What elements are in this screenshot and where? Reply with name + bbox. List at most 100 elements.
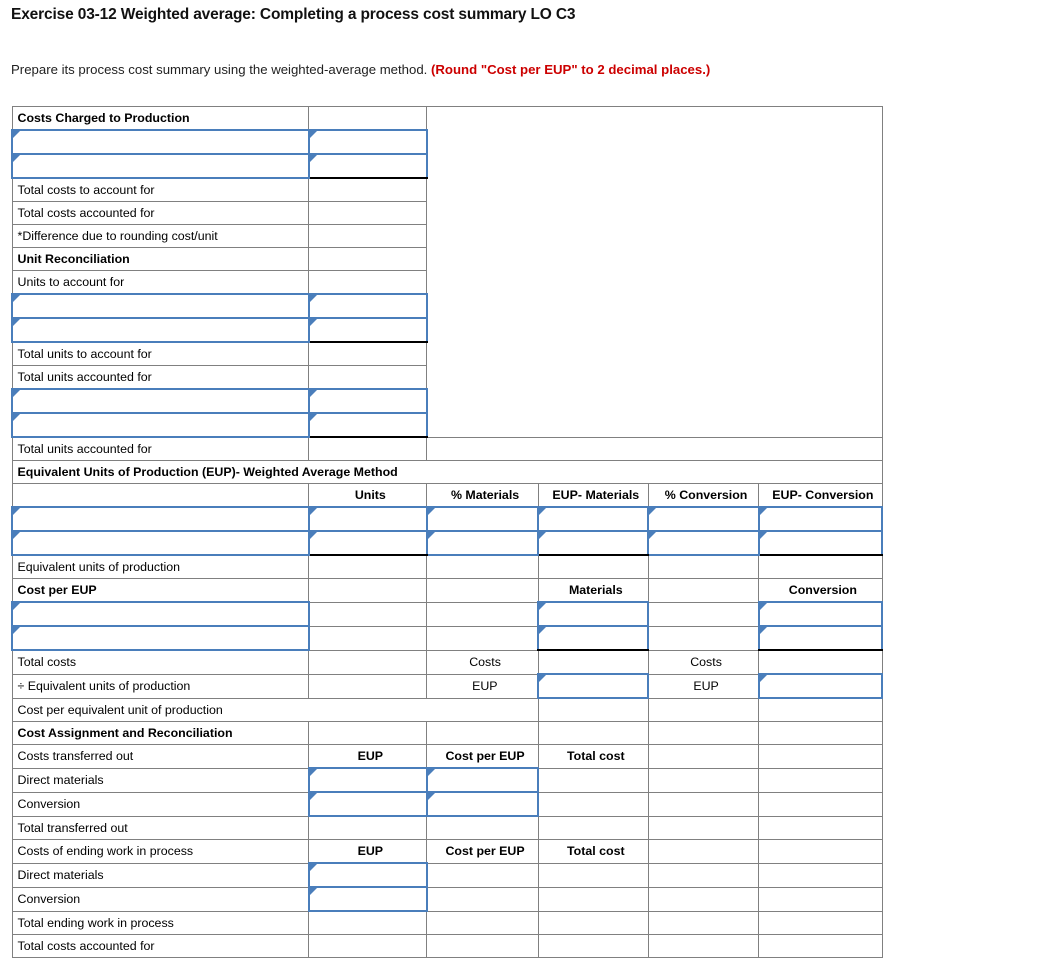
value-units-to-account-for <box>308 270 428 295</box>
div-eup-conversion-input[interactable] <box>757 673 884 699</box>
ending-wip-conversion-blank-2 <box>758 886 883 912</box>
cost-per-eup-conversion-input-2[interactable] <box>757 625 884 651</box>
cost-assignment-blank-5 <box>758 721 883 745</box>
table-row: Equivalent Units of Production (EUP)- We… <box>11 460 883 484</box>
cost-assignment-blank-1 <box>308 721 428 745</box>
transferred-conversion-cost-per-eup-input[interactable] <box>425 791 540 817</box>
eup-units-input-1[interactable] <box>307 506 428 532</box>
transferred-direct-materials-total-cost <box>537 767 649 793</box>
rounding-hint: (Round "Cost per EUP" to 2 decimal place… <box>431 62 711 77</box>
units-accounted-value-input-1[interactable] <box>307 388 428 414</box>
transferred-conversion-total-cost <box>537 791 649 817</box>
eup-units-input-2[interactable] <box>307 530 428 556</box>
cost-per-eup-blank-units <box>308 578 428 603</box>
cost-per-eup-materials-input-2[interactable] <box>537 625 650 651</box>
transferred-out-blank-1 <box>647 744 760 769</box>
eup-pct-materials-input-1[interactable] <box>425 506 540 532</box>
answer-eup-materials[interactable] <box>537 554 649 579</box>
subheader-cost-per-eup-ending-wip: Cost per EUP <box>426 839 539 864</box>
answer-cost-per-eup-conversion[interactable] <box>758 697 883 722</box>
eup-pct-conversion-input-2[interactable] <box>647 530 760 556</box>
eup-pct-materials-input-2[interactable] <box>425 530 540 556</box>
div-eup-materials-input[interactable] <box>537 673 650 699</box>
subheader-cost-per-eup-transferred-out: Cost per EUP <box>426 744 539 769</box>
cost-per-eup-conversion-input-1[interactable] <box>757 601 884 627</box>
answer-eup-conversion[interactable] <box>758 554 883 579</box>
page-title: Exercise 03-12 Weighted average: Complet… <box>11 6 576 23</box>
table-row: Total transferred out <box>11 815 883 840</box>
ending-wip-blank-1 <box>647 839 760 864</box>
table-row: Costs transferred out EUP Cost per EUP T… <box>11 744 883 769</box>
ending-wip-conversion-eup-input[interactable] <box>307 886 428 912</box>
transferred-direct-materials-cost-per-eup-input[interactable] <box>425 767 540 793</box>
units-accounted-label-input-1[interactable] <box>11 388 310 414</box>
instruction-main: Prepare its process cost summary using t… <box>11 62 432 77</box>
column-header-eup-materials: EUP- Materials <box>537 483 649 508</box>
table-row <box>11 601 884 627</box>
units-label-input-2[interactable] <box>11 317 310 343</box>
section-header-cost-per-eup: Cost per EUP <box>11 578 310 603</box>
exercise-page: Exercise 03-12 Weighted average: Complet… <box>0 0 1056 964</box>
eup-label-input-2[interactable] <box>11 530 310 556</box>
eup-materials-input-1[interactable] <box>537 506 650 532</box>
cost-per-eup-label-input-1[interactable] <box>11 601 310 627</box>
costs-charged-label-input-1[interactable] <box>11 129 310 155</box>
final-total-eup <box>308 934 428 958</box>
ending-wip-direct-materials-blank-2 <box>758 862 883 888</box>
subheader-materials: Materials <box>537 578 649 603</box>
cost-per-eup-pct-materials-2 <box>426 625 539 651</box>
ending-wip-direct-materials-eup-input[interactable] <box>307 862 428 888</box>
row-label-total-units-accounted-for-1: Total units accounted for <box>11 365 310 390</box>
value-total-costs-accounted-for <box>308 201 428 225</box>
eup-pct-conversion-input-1[interactable] <box>647 506 760 532</box>
table-row: Direct materials <box>11 862 883 888</box>
eup-colhdr-blank <box>11 483 310 508</box>
table-row: Cost per EUP Materials Conversion <box>11 578 883 603</box>
units-accounted-label-input-2[interactable] <box>11 412 310 438</box>
total-costs-conversion <box>758 649 883 675</box>
eup-conversion-input-1[interactable] <box>757 506 884 532</box>
subheader-eup-transferred-out: EUP <box>308 744 428 769</box>
units-label-input-1[interactable] <box>11 293 310 319</box>
value-total-units-accounted-for-1 <box>308 365 428 390</box>
table-row: ÷ Equivalent units of production EUP EUP <box>11 673 884 699</box>
final-total-blank <box>758 934 883 958</box>
row-label-costs-ending-wip: Costs of ending work in process <box>11 839 310 864</box>
total-transferred-out-cost-per-eup <box>426 815 539 840</box>
div-eup-units <box>308 673 428 699</box>
cost-per-eup-label-input-2[interactable] <box>11 625 310 651</box>
units-value-input-1[interactable] <box>307 293 428 319</box>
cost-per-eup-pct-conversion-1 <box>647 601 760 627</box>
section-header-costs-charged-blank <box>308 106 428 131</box>
eup-label-input-1[interactable] <box>11 506 310 532</box>
total-ending-wip-blank-2 <box>758 910 883 935</box>
units-value-input-2[interactable] <box>307 317 428 343</box>
table-row: Units % Materials EUP- Materials % Conve… <box>11 483 883 508</box>
units-accounted-value-input-2[interactable] <box>307 412 428 438</box>
table-row: Total costs accounted for <box>11 934 883 958</box>
row-label-ending-wip-conversion: Conversion <box>11 886 310 912</box>
process-cost-summary-table: Costs Charged to Production Total costs … <box>11 106 884 958</box>
transferred-conversion-eup-input[interactable] <box>307 791 428 817</box>
top-right-empty-region <box>426 106 883 438</box>
row-label-total-costs: Total costs <box>11 649 310 675</box>
costs-charged-label-input-2[interactable] <box>11 153 310 179</box>
answer-cost-per-eup-materials[interactable] <box>537 697 649 722</box>
value-eup-units <box>308 554 428 579</box>
instruction-text: Prepare its process cost summary using t… <box>11 62 710 77</box>
costs-charged-value-input-2[interactable] <box>307 153 428 179</box>
ending-wip-conversion-cost-per-eup <box>426 886 539 912</box>
answer-total-costs-accounted-for[interactable] <box>647 934 760 958</box>
table-row <box>11 530 884 556</box>
eup-materials-input-2[interactable] <box>537 530 650 556</box>
top-right-empty-region-tail <box>426 436 883 461</box>
transferred-out-blank-2 <box>758 744 883 769</box>
row-label-ending-wip-direct-materials: Direct materials <box>11 862 310 888</box>
cost-per-eup-materials-input-1[interactable] <box>537 601 650 627</box>
eup-conversion-input-2[interactable] <box>757 530 884 556</box>
costs-charged-value-input-1[interactable] <box>307 129 428 155</box>
transferred-direct-materials-eup-input[interactable] <box>307 767 428 793</box>
table-row: Conversion <box>11 791 883 817</box>
answer-total-costs-to-account-for[interactable] <box>308 177 428 202</box>
table-row: Costs Charged to Production <box>11 106 883 438</box>
